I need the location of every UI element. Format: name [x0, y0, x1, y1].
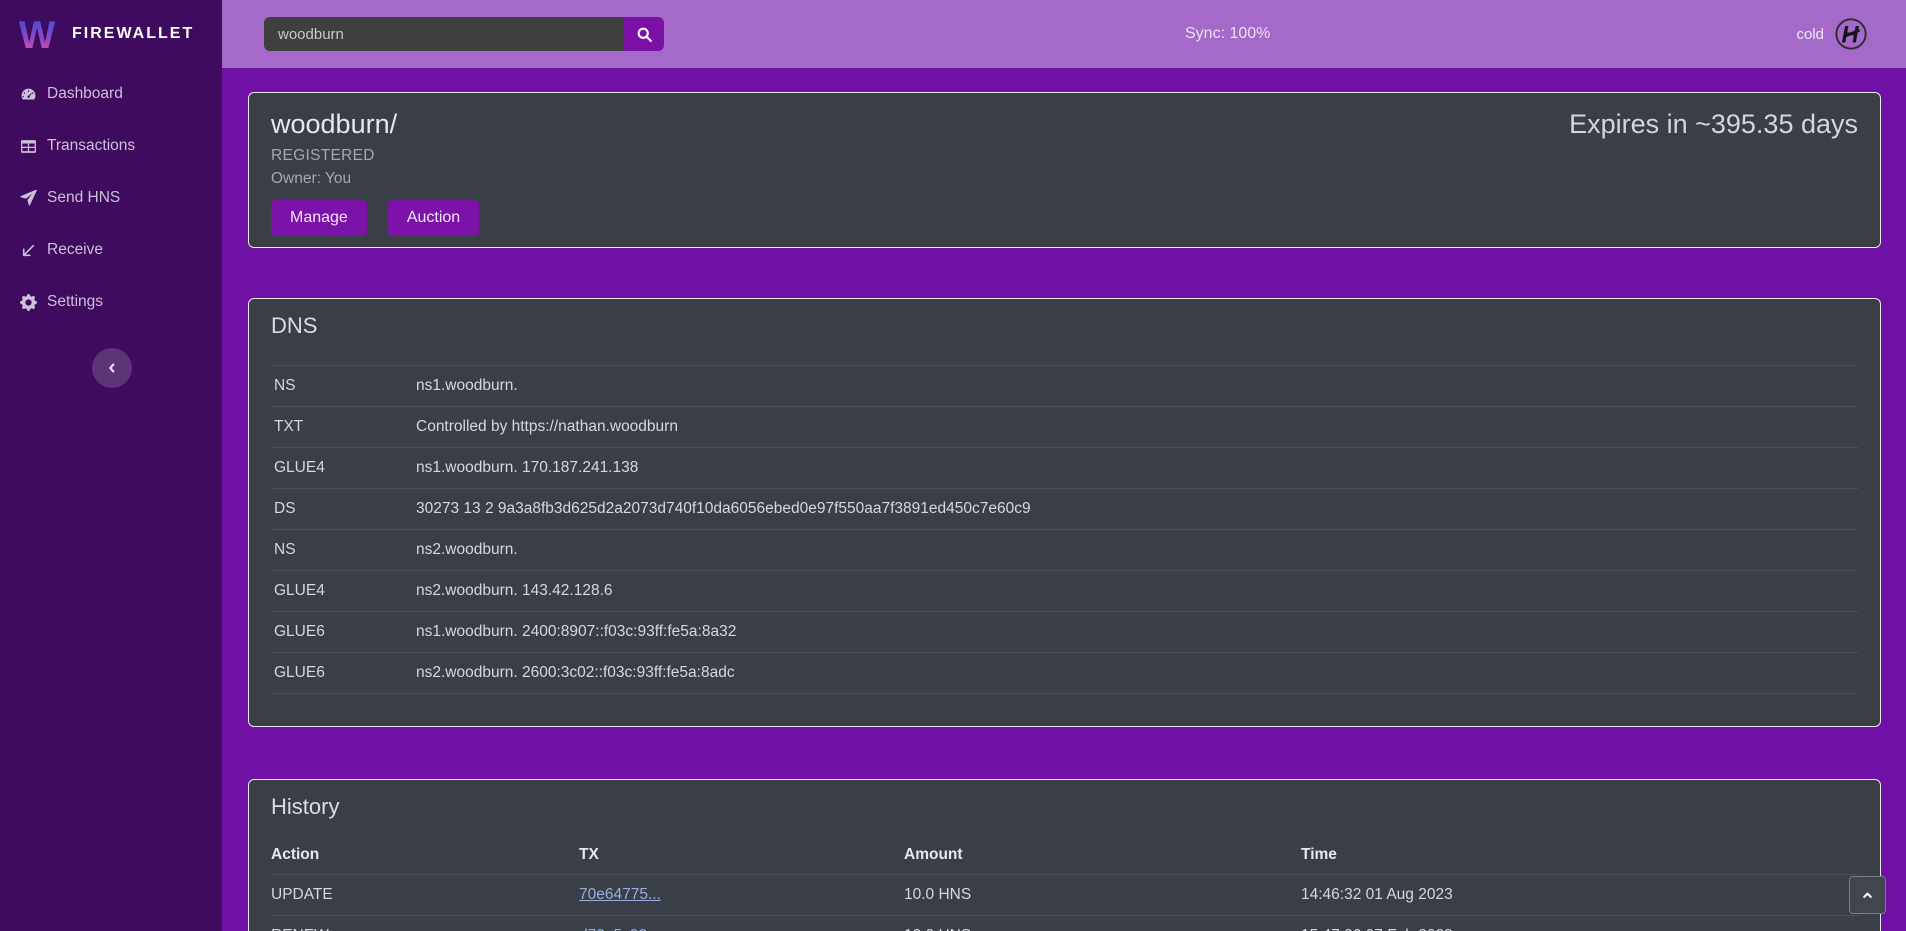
firewallet-logo-icon: W: [18, 12, 62, 56]
dns-record-value: ns1.woodburn.: [416, 366, 1858, 407]
dns-record-value: ns2.woodburn.: [416, 530, 1858, 571]
auction-button[interactable]: Auction: [388, 200, 479, 236]
dns-record-type: TXT: [271, 407, 416, 448]
domain-card-left: woodburn/ REGISTERED Owner: You Manage A…: [271, 107, 479, 233]
hns-logo-icon[interactable]: H: [1834, 17, 1868, 51]
sidebar-item-label: Send HNS: [47, 189, 120, 207]
transactions-icon: [20, 138, 37, 155]
dns-table: NS ns1.woodburn. TXT Controlled by https…: [271, 365, 1858, 694]
dns-record-value: 30273 13 2 9a3a8fb3d625d2a2073d740f10da6…: [416, 489, 1858, 530]
dns-record-type: GLUE4: [271, 571, 416, 612]
dns-record-value: Controlled by https://nathan.woodburn: [416, 407, 1858, 448]
dns-record-type: NS: [271, 530, 416, 571]
dashboard-icon: [20, 86, 37, 103]
search-button[interactable]: [624, 17, 664, 51]
history-col-amount: Amount: [904, 836, 1301, 874]
history-row: UPDATE 70e64775... 10.0 HNS 14:46:32 01 …: [271, 874, 1858, 915]
history-table: Action TX Amount Time UPDATE 70e64775...…: [271, 836, 1858, 931]
wallet-group: cold H: [1796, 0, 1868, 68]
dns-record-row: NS ns2.woodburn.: [271, 530, 1858, 571]
domain-owner: Owner: You: [271, 170, 479, 188]
dns-record-row: GLUE6 ns1.woodburn. 2400:8907::f03c:93ff…: [271, 612, 1858, 653]
dns-record-row: GLUE4 ns1.woodburn. 170.187.241.138: [271, 448, 1858, 489]
dns-record-type: DS: [271, 489, 416, 530]
history-header-row: Action TX Amount Time: [271, 836, 1858, 874]
sidebar-item-label: Dashboard: [47, 85, 123, 103]
receive-icon: [20, 242, 37, 259]
dns-record-value: ns2.woodburn. 2600:3c02::f03c:93ff:fe5a:…: [416, 653, 1858, 694]
sidebar: W FIREWALLET Dashboard Transactions Send…: [0, 0, 222, 931]
dns-record-value: ns1.woodburn. 170.187.241.138: [416, 448, 1858, 489]
chevron-left-icon: [105, 361, 119, 375]
dns-record-type: GLUE4: [271, 448, 416, 489]
send-icon: [20, 190, 37, 207]
sidebar-item-send-hns[interactable]: Send HNS: [0, 172, 222, 224]
history-col-time: Time: [1301, 836, 1858, 874]
search-icon: [636, 26, 653, 43]
history-card-title: History: [271, 794, 1858, 820]
sidebar-nav: Dashboard Transactions Send HNS Receive …: [0, 68, 222, 328]
dns-record-type: GLUE6: [271, 653, 416, 694]
dns-record-row: DS 30273 13 2 9a3a8fb3d625d2a2073d740f10…: [271, 489, 1858, 530]
dns-record-row: NS ns1.woodburn.: [271, 366, 1858, 407]
dns-record-row: TXT Controlled by https://nathan.woodbur…: [271, 407, 1858, 448]
domain-expiry: Expires in ~395.35 days: [1569, 107, 1858, 233]
scroll-to-top-button[interactable]: [1849, 876, 1886, 914]
domain-actions: Manage Auction: [271, 200, 479, 236]
brand: W FIREWALLET: [0, 0, 222, 68]
history-row: RENEW d73e5c92... 10.0 HNS 15:47:06 07 F…: [271, 915, 1858, 931]
sidebar-item-transactions[interactable]: Transactions: [0, 120, 222, 172]
sync-status: Sync: 100%: [1185, 0, 1270, 68]
domain-title: woodburn/: [271, 107, 479, 141]
tx-link[interactable]: 70e64775...: [579, 886, 661, 903]
history-amount: 10.0 HNS: [904, 874, 1301, 915]
sidebar-item-settings[interactable]: Settings: [0, 276, 222, 328]
domain-card: woodburn/ REGISTERED Owner: You Manage A…: [248, 92, 1881, 248]
sidebar-item-dashboard[interactable]: Dashboard: [0, 68, 222, 120]
search-group: [264, 17, 664, 51]
sidebar-item-label: Settings: [47, 293, 103, 311]
sidebar-collapse-button[interactable]: [92, 348, 132, 388]
chevron-up-icon: [1860, 888, 1875, 903]
history-col-tx: TX: [579, 836, 904, 874]
dns-record-row: GLUE6 ns2.woodburn. 2600:3c02::f03c:93ff…: [271, 653, 1858, 694]
sidebar-item-receive[interactable]: Receive: [0, 224, 222, 276]
wallet-name: cold: [1796, 26, 1824, 43]
history-time: 14:46:32 01 Aug 2023: [1301, 874, 1858, 915]
dns-record-value: ns1.woodburn. 2400:8907::f03c:93ff:fe5a:…: [416, 612, 1858, 653]
sidebar-item-label: Receive: [47, 241, 103, 259]
history-action: RENEW: [271, 915, 579, 931]
settings-icon: [20, 294, 37, 311]
dns-record-value: ns2.woodburn. 143.42.128.6: [416, 571, 1858, 612]
history-col-action: Action: [271, 836, 579, 874]
dns-record-type: GLUE6: [271, 612, 416, 653]
main-content: woodburn/ REGISTERED Owner: You Manage A…: [222, 68, 1906, 931]
brand-name: FIREWALLET: [72, 25, 194, 43]
history-amount: 10.0 HNS: [904, 915, 1301, 931]
history-action: UPDATE: [271, 874, 579, 915]
tx-link[interactable]: d73e5c92...: [579, 927, 660, 931]
search-input[interactable]: [264, 17, 624, 51]
svg-text:W: W: [19, 14, 56, 56]
dns-record-type: NS: [271, 366, 416, 407]
topbar: Sync: 100% cold H: [222, 0, 1906, 68]
domain-status: REGISTERED: [271, 147, 479, 165]
history-time: 15:47:06 07 Feb 2023: [1301, 915, 1858, 931]
dns-card-title: DNS: [271, 313, 1858, 339]
dns-record-row: GLUE4 ns2.woodburn. 143.42.128.6: [271, 571, 1858, 612]
sidebar-item-label: Transactions: [47, 137, 135, 155]
manage-button[interactable]: Manage: [271, 200, 367, 236]
dns-card: DNS NS ns1.woodburn. TXT Controlled by h…: [248, 298, 1881, 727]
history-card: History Action TX Amount Time UPDATE 70e…: [248, 779, 1881, 931]
